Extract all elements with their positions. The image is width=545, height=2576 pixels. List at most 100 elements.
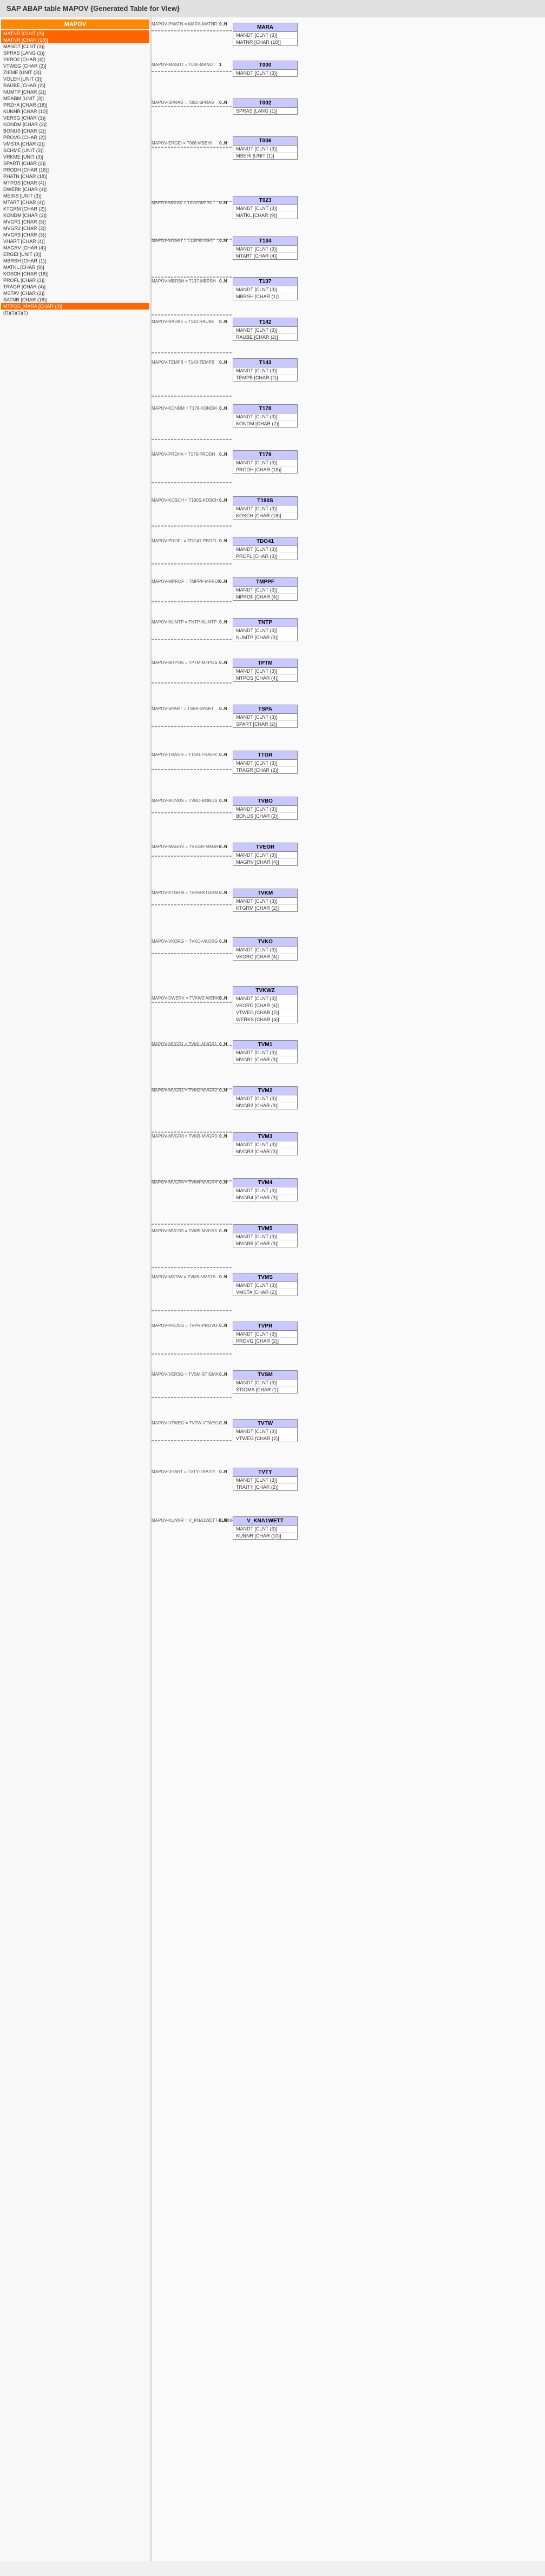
field-item[interactable]: VTWEG [CHAR (2)]: [1, 63, 149, 69]
cardinality-label: 0..N: [219, 452, 227, 457]
er-table-tvbo: TVBOMANDT [CLNT (3)]BONUS [CHAR (2)]: [233, 797, 298, 820]
field-item[interactable]: VERSG [CHAR (1)]: [1, 115, 149, 121]
field-item[interactable]: MATNR [CLNT (3)]: [1, 30, 149, 37]
cardinality-label: 0..N: [219, 200, 227, 205]
field-item[interactable]: MEABM [UNIT (3)]: [1, 95, 149, 102]
relation-label: MAPOV-KONDM = T178-KONDM: [152, 406, 217, 411]
er-table-field: MANDT [CLNT (3)]: [233, 1331, 297, 1338]
er-table-field: MANDT [CLNT (3)]: [233, 1233, 297, 1240]
field-item[interactable]: MEINS [UNIT (3)]: [1, 193, 149, 199]
er-table-field: MANDT [CLNT (3)]: [233, 1526, 297, 1533]
field-item[interactable]: MVGR3 [CHAR (3)]: [1, 232, 149, 238]
field-item[interactable]: ERGEI [UNIT (3)]: [1, 251, 149, 258]
er-table-tntp: TNTPMANDT [CLNT (3)]NUMTP [CHAR (3)]: [233, 618, 298, 641]
relation-label: MAPOV-MTPOS = TPTM-MTPOS: [152, 660, 217, 665]
connectors-svg: [152, 17, 545, 2561]
field-item[interactable]: VRKME [UNIT (3)]: [1, 154, 149, 160]
er-table-header-t190s: T190S: [233, 497, 297, 505]
er-table-field: MANDT [CLNT (3)]: [233, 32, 297, 39]
field-item[interactable]: MTPOS [CHAR (4)]: [1, 180, 149, 186]
cardinality-label: 0..N: [219, 538, 227, 543]
field-item[interactable]: MBRSH [CHAR (1)]: [1, 258, 149, 264]
er-table-header-mara: MARA: [233, 23, 297, 32]
field-item[interactable]: RAUBE [CHAR (2)]: [1, 82, 149, 89]
er-table-field: MANDT [CLNT (3)]: [233, 1282, 297, 1289]
er-table-field: MANDT [CLNT (3)]: [233, 995, 297, 1002]
relation-label: MAPOV-KOSCH = T190S-KOSCH: [152, 498, 218, 503]
er-table-header-tvm4: TVM4: [233, 1179, 297, 1187]
relation-label: MAPOV-PMATN = MARA-MATNR: [152, 22, 217, 27]
field-item[interactable]: PROFL [CHAR (3)]: [1, 277, 149, 284]
field-item[interactable]: YKRO2 [CHAR (4)]: [1, 56, 149, 63]
er-table-tvkm: TVKMMANDT [CLNT (3)]KTGRM [CHAR (2)]: [233, 889, 298, 912]
field-item[interactable]: MSTAV [CHAR (2)]: [1, 290, 149, 297]
er-table-field: MANDT [CLNT (3)]: [233, 413, 297, 420]
field-item[interactable]: MANDT [CLNT (3)]: [1, 43, 149, 50]
relation-label: MAPOV-TEMPB = T143-TEMPB: [152, 360, 214, 365]
field-item[interactable]: MATKL [CHAR (9)]: [1, 264, 149, 271]
er-table-header-t143: T143: [233, 359, 297, 367]
cardinality-label: 0..N: [219, 890, 227, 895]
field-item[interactable]: SCHME [UNIT (3)]: [1, 147, 149, 154]
field-item[interactable]: MATNR [CHAR (18)]: [1, 37, 149, 43]
field-item[interactable]: SPARTI [CHAR (2)]: [1, 160, 149, 167]
er-table-header-tvsm: TVSM: [233, 1371, 297, 1379]
field-item[interactable]: PRODH [CHAR (18)]: [1, 167, 149, 173]
cardinality-label: 0..N: [219, 996, 227, 1001]
er-table-tvty: TVTYMANDT [CLNT (3)]TRAITY [CHAR (2)]: [233, 1468, 298, 1491]
field-item[interactable]: NUMTP [CHAR (2)]: [1, 89, 149, 95]
er-table-field: KOSCH [CHAR (18)]: [233, 512, 297, 519]
relation-label: MAPOV-RAUBE = T142-RAUBE: [152, 319, 214, 324]
field-item[interactable]: MVGR2 [CHAR (3)]: [1, 225, 149, 232]
field-item[interactable]: PROVG [CHAR (2)]: [1, 134, 149, 141]
relation-label: MAPOV-MVGR5 = TVM5-MVGR5: [152, 1228, 217, 1233]
er-table-t179: T179MANDT [CLNT (3)]PRODH [CHAR (18)]: [233, 450, 298, 474]
relation-label: MAPOV-PROFL = TDG41-PROFL: [152, 538, 218, 543]
field-item[interactable]: VHART [CHAR (4)]: [1, 238, 149, 245]
field-item[interactable]: VMSTA [CHAR (2)]: [1, 141, 149, 147]
er-table-tvpr: TVPRMANDT [CLNT (3)]PROVG [CHAR (2)]: [233, 1322, 298, 1345]
field-item[interactable]: KUNNR [CHAR (10)]: [1, 108, 149, 115]
field-item[interactable]: KONDM [CHAR (2)]: [1, 212, 149, 219]
relation-label: MAPOV-MBRSH = T137-MBRSH: [152, 279, 216, 284]
relation-label: MAPOV-ERGEI = T006-MSEHI: [152, 141, 212, 146]
field-item[interactable]: KONDM [CHAR (2)]: [1, 121, 149, 128]
field-item[interactable]: VOLEH [UNIT (3)]: [1, 76, 149, 82]
cardinality-label: 0..N: [219, 1228, 227, 1233]
field-item[interactable]: ZIEME [UNIT (3)]: [1, 69, 149, 76]
field-item[interactable]: PHATN [CHAR (18)]: [1, 173, 149, 180]
field-item[interactable]: SATNR [CHAR (18)]: [1, 297, 149, 303]
er-table-field: MVGR4 [CHAR (3)]: [233, 1194, 297, 1201]
er-table-t137: T137MANDT [CLNT (3)]MBRSH [CHAR (1)]: [233, 277, 298, 300]
er-table-header-t137: T137: [233, 278, 297, 286]
relation-label: MAPOV-MVGR3 = TVM3-MVGR3: [152, 1134, 217, 1139]
cardinality-label: 1: [219, 62, 221, 67]
field-item[interactable]: PRZHA [CHAR (18)]: [1, 102, 149, 108]
er-table-field: MANDT [CLNT (3)]: [233, 546, 297, 553]
field-item[interactable]: DWERK [CHAR (4)]: [1, 186, 149, 193]
er-table-header-ttgr: TTGR: [233, 751, 297, 760]
relation-label: MAPOV-SPRAS = T002-SPRAS: [152, 100, 214, 105]
field-item[interactable]: KTGRM [CHAR (2)]: [1, 206, 149, 212]
relation-label: MAPOV-MSTAV = TVMS-VMSTA: [152, 1274, 215, 1279]
er-table-field: MATKL [CHAR (9)]: [233, 212, 297, 219]
er-table-t002: T002SPRAS [LANG (1)]: [233, 98, 298, 115]
er-table-tvtw: TVTWMANDT [CLNT (3)]VTWEG [CHAR (2)]: [233, 1419, 298, 1442]
field-item[interactable]: SPRAS [LANG (1)]: [1, 50, 149, 56]
field-item[interactable]: MTART [CHAR (4)]: [1, 199, 149, 206]
er-table-header-tptm: TPTM: [233, 659, 297, 668]
er-table-field: MANDT [CLNT (3)]: [233, 627, 297, 634]
relation-label: MAPOV-MVGR2 = TVM2-MVGR2: [152, 1088, 217, 1093]
er-table-tspa: TSPAMANDT [CLNT (3)]SPART [CHAR (2)]: [233, 705, 298, 728]
field-item[interactable]: TRAGR [CHAR (4)]: [1, 284, 149, 290]
field-item[interactable]: BONUS [CHAR (2)]: [1, 128, 149, 134]
cardinality-label: 0..N: [219, 752, 227, 757]
field-item[interactable]: KOSCH [CHAR (18)]: [1, 271, 149, 277]
field-item[interactable]: MTPOS_MARA [CHAR (4)]: [1, 303, 149, 310]
field-item[interactable]: (D)(1)(1)(1): [1, 310, 149, 316]
er-table-field: MSEHI [UNIT (1)]: [233, 153, 297, 159]
er-table-field: TRAGR [CHAR (2)]: [233, 767, 297, 773]
field-item[interactable]: MAGRV [CHAR (4)]: [1, 245, 149, 251]
field-item[interactable]: MVGR1 [CHAR (3)]: [1, 219, 149, 225]
er-table-field: PRODH [CHAR (18)]: [233, 466, 297, 473]
